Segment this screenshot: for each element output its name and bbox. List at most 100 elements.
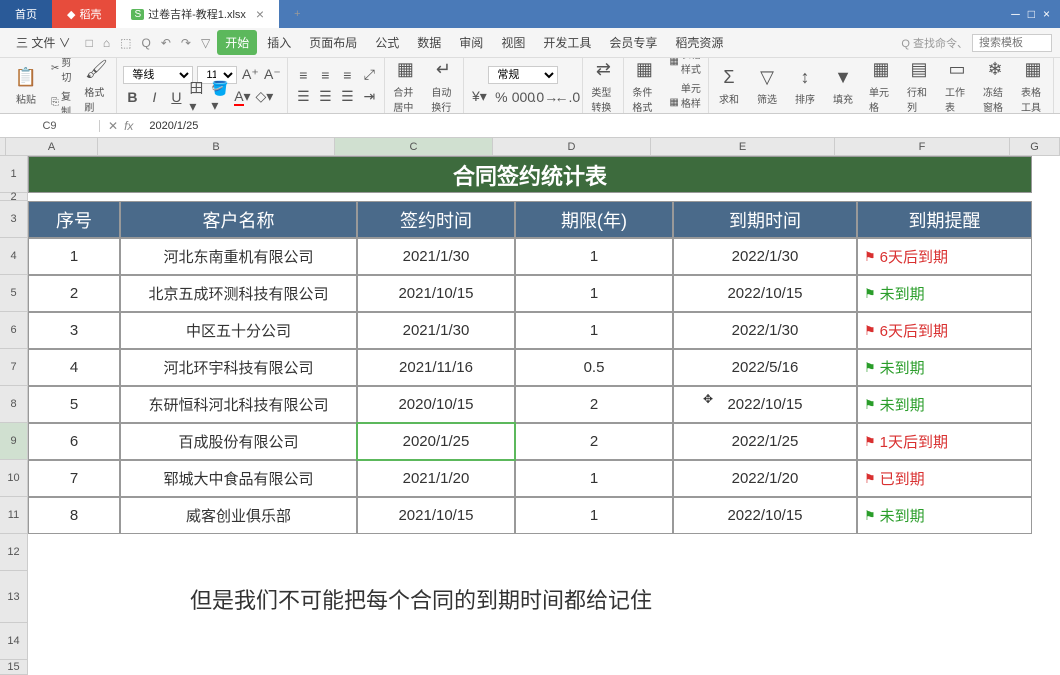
clear-format-icon[interactable]: ◇▾ [255, 88, 273, 106]
tab-file[interactable]: S 过卷吉祥-教程1.xlsx × [116, 0, 279, 28]
quick-access-button[interactable]: ↶ [158, 34, 174, 52]
cell-seq-5[interactable]: 6 [28, 423, 120, 460]
cell-seq-0[interactable]: 1 [28, 238, 120, 275]
row-header-4[interactable]: 4 [0, 238, 28, 275]
cell-name-6[interactable]: 郓城大中食品有限公司 [120, 460, 357, 497]
menu-审阅[interactable]: 审阅 [451, 30, 491, 55]
formula-input[interactable]: 2020/1/25 [141, 120, 1060, 132]
col-header-D[interactable]: D [493, 138, 651, 156]
row-header-6[interactable]: 6 [0, 312, 28, 349]
cell-due-6[interactable]: 2022/1/20 [673, 460, 857, 497]
menu-视图[interactable]: 视图 [493, 30, 533, 55]
row-header-1[interactable]: 1 [0, 156, 28, 193]
cell-name-4[interactable]: 东研恒科河北科技有限公司 [120, 386, 357, 423]
table-style-button[interactable]: ▦ 表格样式 [666, 58, 704, 77]
header-3[interactable]: 期限(年) [515, 201, 673, 238]
align-right-icon[interactable]: ☰ [338, 88, 356, 106]
cell-name-0[interactable]: 河北东南重机有限公司 [120, 238, 357, 275]
cell-style-button[interactable]: ▦ 单元格样式 [666, 79, 704, 114]
quick-access-button[interactable]: ⌂ [100, 34, 113, 52]
cell-sign-3[interactable]: 2021/11/16 [357, 349, 515, 386]
cell-sign-5[interactable]: 2020/1/25 [357, 423, 515, 460]
quick-access-button[interactable]: □ [83, 34, 96, 52]
header-0[interactable]: 序号 [28, 201, 120, 238]
quick-access-button[interactable]: ▽ [198, 34, 213, 52]
row-header-2[interactable]: 2 [0, 193, 28, 201]
cell-term-4[interactable]: 2 [515, 386, 673, 423]
search-input[interactable] [972, 34, 1052, 52]
cell-remind-5[interactable]: ⚑1天后到期 [857, 423, 1032, 460]
freeze-button[interactable]: ❄冻结窗格 [979, 58, 1011, 114]
close-tab-icon[interactable]: × [256, 6, 264, 22]
cell-due-2[interactable]: 2022/1/30 [673, 312, 857, 349]
cell-name-3[interactable]: 河北环宇科技有限公司 [120, 349, 357, 386]
row-header-5[interactable]: 5 [0, 275, 28, 312]
percent-icon[interactable]: % [492, 88, 510, 106]
cell-seq-7[interactable]: 8 [28, 497, 120, 534]
table-title[interactable]: 合同签约统计表 [28, 156, 1032, 193]
cell-term-1[interactable]: 1 [515, 275, 673, 312]
italic-icon[interactable]: I [145, 88, 163, 106]
menu-稻壳资源[interactable]: 稻壳资源 [667, 30, 731, 55]
cell-due-3[interactable]: 2022/5/16 [673, 349, 857, 386]
cell-sign-1[interactable]: 2021/10/15 [357, 275, 515, 312]
header-5[interactable]: 到期提醒 [857, 201, 1032, 238]
cell-remind-0[interactable]: ⚑6天后到期 [857, 238, 1032, 275]
inc-decimal-icon[interactable]: .0→ [536, 88, 554, 106]
comma-icon[interactable]: 000 [514, 88, 532, 106]
cell-seq-2[interactable]: 3 [28, 312, 120, 349]
row-header-15[interactable]: 15 [0, 660, 28, 675]
cell-remind-1[interactable]: ⚑未到期 [857, 275, 1032, 312]
cell-term-5[interactable]: 2 [515, 423, 673, 460]
col-header-B[interactable]: B [98, 138, 335, 156]
tableTools-button[interactable]: ▦表格工具 [1017, 58, 1049, 114]
underline-icon[interactable]: U [167, 88, 185, 106]
menu-开始[interactable]: 开始 [217, 30, 257, 55]
bold-icon[interactable]: B [123, 88, 141, 106]
cell-due-5[interactable]: 2022/1/25 [673, 423, 857, 460]
cell-seq-3[interactable]: 4 [28, 349, 120, 386]
currency-icon[interactable]: ¥▾ [470, 88, 488, 106]
tab-home[interactable]: 首页 [0, 0, 52, 28]
name-box[interactable]: C9 [0, 120, 100, 132]
cell-name-1[interactable]: 北京五成环测科技有限公司 [120, 275, 357, 312]
indent-icon[interactable]: ⇥ [360, 88, 378, 106]
filter-button[interactable]: ▽筛选 [751, 63, 783, 108]
cut-button[interactable]: ✂ 剪切 [48, 58, 74, 85]
quick-access-button[interactable]: ↷ [178, 34, 194, 52]
file-menu[interactable]: 三 文件 ∨ [8, 30, 79, 55]
cell-term-6[interactable]: 1 [515, 460, 673, 497]
menu-数据[interactable]: 数据 [409, 30, 449, 55]
row-header-13[interactable]: 13 [0, 571, 28, 623]
menu-页面布局[interactable]: 页面布局 [301, 30, 365, 55]
cell-name-7[interactable]: 威客创业俱乐部 [120, 497, 357, 534]
orient-icon[interactable]: ⤢ [360, 66, 378, 84]
cell-seq-6[interactable]: 7 [28, 460, 120, 497]
increase-font-icon[interactable]: A⁺ [241, 66, 259, 84]
cell-term-0[interactable]: 1 [515, 238, 673, 275]
border-icon[interactable]: 田▾ [189, 88, 207, 106]
cell-seq-4[interactable]: 5 [28, 386, 120, 423]
quick-access-button[interactable]: Q [139, 34, 154, 52]
cell-due-0[interactable]: 2022/1/30 [673, 238, 857, 275]
menu-会员专享[interactable]: 会员专享 [601, 30, 665, 55]
cell-due-7[interactable]: 2022/10/15 [673, 497, 857, 534]
cell-sign-6[interactable]: 2021/1/20 [357, 460, 515, 497]
cell-sign-2[interactable]: 2021/1/30 [357, 312, 515, 349]
cell-sign-4[interactable]: 2020/10/15 [357, 386, 515, 423]
cell-remind-2[interactable]: ⚑6天后到期 [857, 312, 1032, 349]
fx-cancel-icon[interactable]: ✕ [108, 119, 118, 133]
row-header-10[interactable]: 10 [0, 460, 28, 497]
header-4[interactable]: 到期时间 [673, 201, 857, 238]
dec-decimal-icon[interactable]: ←.0 [558, 88, 576, 106]
add-tab-button[interactable]: + [279, 0, 315, 28]
cell-sign-0[interactable]: 2021/1/30 [357, 238, 515, 275]
cell-remind-3[interactable]: ⚑未到期 [857, 349, 1032, 386]
cell-button[interactable]: ▦单元格 [865, 58, 897, 114]
col-header-A[interactable]: A [6, 138, 98, 156]
sum-button[interactable]: Σ求和 [713, 63, 745, 108]
paste-button[interactable]: 📋粘贴 [10, 63, 42, 108]
row-header-12[interactable]: 12 [0, 534, 28, 571]
row-header-7[interactable]: 7 [0, 349, 28, 386]
cell-due-4[interactable]: 2022/10/15 [673, 386, 857, 423]
